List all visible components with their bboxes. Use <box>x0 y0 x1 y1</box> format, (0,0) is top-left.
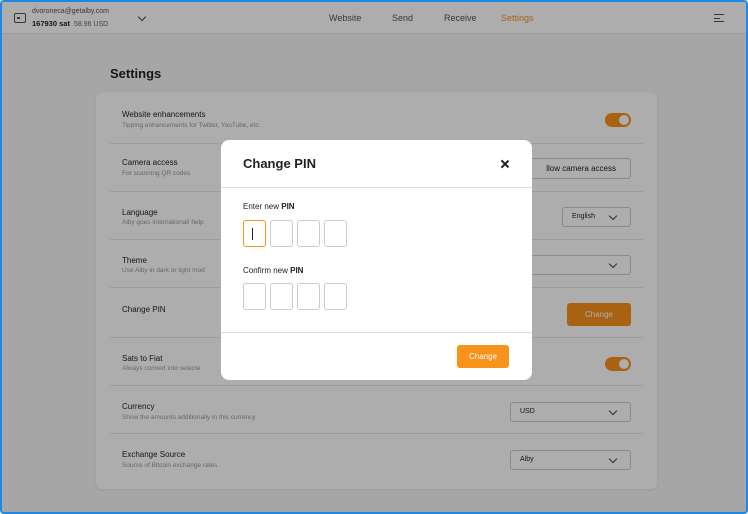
confirm-pin-digit-1[interactable] <box>243 283 266 310</box>
confirm-pin-digit-3[interactable] <box>297 283 320 310</box>
change-pin-dialog: Change PIN Enter new PIN Confirm new PIN… <box>221 140 532 380</box>
close-icon[interactable] <box>500 159 510 169</box>
new-pin-digit-3[interactable] <box>297 220 320 247</box>
text-caret <box>252 228 254 240</box>
confirm-pin-digit-4[interactable] <box>324 283 347 310</box>
dialog-title: Change PIN <box>243 156 316 171</box>
new-pin-digit-2[interactable] <box>270 220 293 247</box>
submit-change-pin-button[interactable]: Change <box>457 345 509 368</box>
enter-pin-label: Enter new PIN <box>243 202 295 211</box>
confirm-pin-label: Confirm new PIN <box>243 266 304 275</box>
new-pin-digit-4[interactable] <box>324 220 347 247</box>
dialog-divider <box>221 187 532 188</box>
dialog-divider <box>221 332 532 333</box>
app-window: dvoroneca@getalby.com 167930 sat 58.96 US… <box>0 0 748 514</box>
new-pin-digit-1[interactable] <box>243 220 266 247</box>
confirm-pin-digit-2[interactable] <box>270 283 293 310</box>
